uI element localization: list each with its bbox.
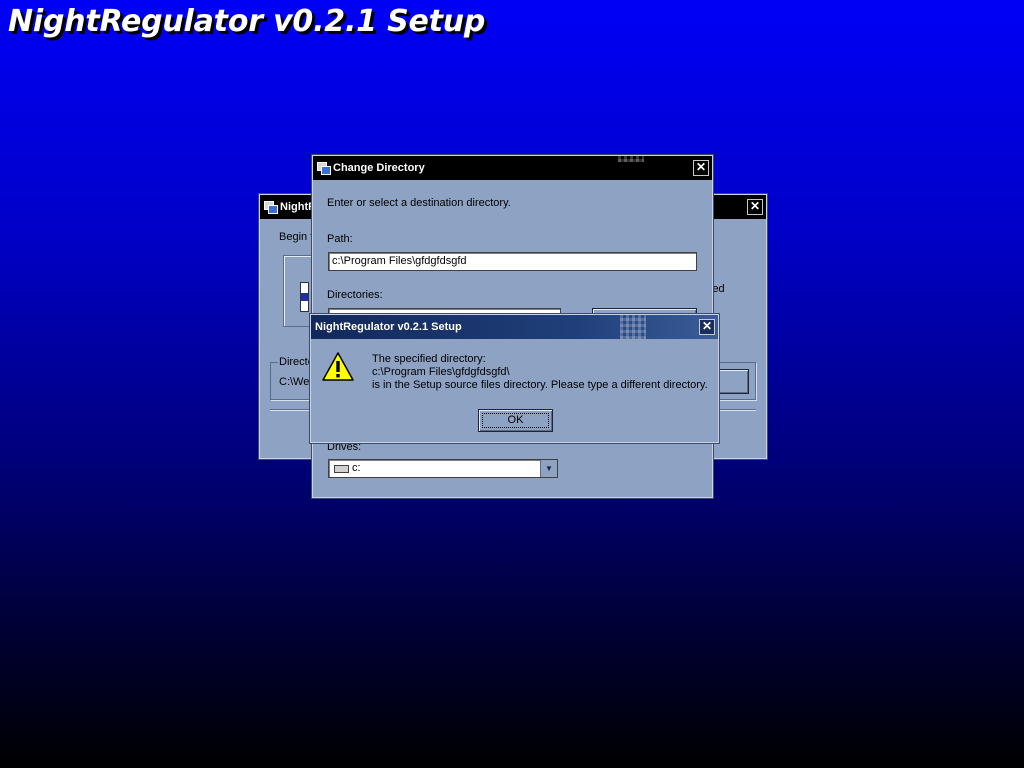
begin-text: Begin t [279,231,314,243]
alert-line-2: c:\Program Files\gfdgfdsgfd\ [372,366,510,378]
warning-icon [322,352,354,381]
directory-path-text: C:\We [279,376,310,388]
focus-ring [482,413,549,428]
drives-dropdown[interactable]: c: ▼ [328,459,558,478]
alert-title: NightRegulator v0.2.1 Setup [315,321,462,333]
installer-title: NightRegulator v0.2.1 Setup [8,4,486,39]
alert-titlebar[interactable]: NightRegulator v0.2.1 Setup ✕ [311,315,718,339]
titlebar-pattern [618,156,644,162]
close-icon[interactable]: ✕ [699,319,715,335]
titlebar-pattern [620,315,646,339]
instruction-text: Enter or select a destination directory. [327,197,511,209]
alert-line-3: is in the Setup source files directory. … [372,379,708,391]
close-icon[interactable]: ✕ [693,160,709,176]
computer-icon [300,282,309,312]
close-icon[interactable]: ✕ [747,199,763,215]
setup-app-icon [316,161,331,175]
drive-icon [334,465,349,473]
path-label: Path: [327,233,353,245]
setup-app-icon [263,200,278,214]
drive-value: c: [352,462,361,474]
change-directory-titlebar[interactable]: Change Directory ✕ [313,156,712,180]
alert-line-1: The specified directory: [372,353,486,365]
ok-button[interactable]: OK [478,409,553,432]
alert-dialog: NightRegulator v0.2.1 Setup ✕ The specif… [309,313,720,444]
chevron-down-icon[interactable]: ▼ [540,460,557,477]
path-input[interactable]: c:\Program Files\gfdgfdsgfd [328,252,697,271]
change-directory-title: Change Directory [333,162,425,174]
directories-label: Directories: [327,289,383,301]
